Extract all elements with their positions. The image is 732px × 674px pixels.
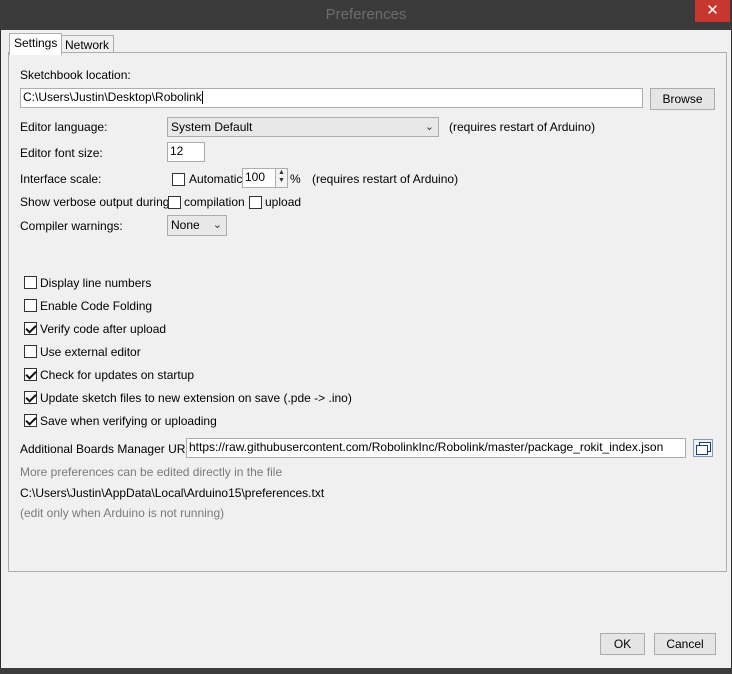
verbose-output-label: Show verbose output during:: [20, 195, 173, 209]
automatic-scale-checkbox[interactable]: [172, 173, 185, 186]
display-line-numbers-checkbox[interactable]: [24, 276, 37, 289]
tab-settings[interactable]: Settings: [9, 33, 63, 55]
spinner-down-icon[interactable]: ▼: [276, 177, 287, 185]
check-updates-checkbox[interactable]: [24, 368, 37, 381]
use-external-editor-checkbox[interactable]: [24, 345, 37, 358]
editor-language-value: System Default: [171, 120, 253, 134]
save-when-verifying-label: Save when verifying or uploading: [40, 414, 217, 428]
sketchbook-label: Sketchbook location:: [20, 68, 131, 82]
interface-scale-value: 100: [245, 170, 266, 184]
preferences-file-path: C:\Users\Justin\AppData\Local\Arduino15\…: [20, 486, 325, 500]
more-preferences-text: More preferences can be edited directly …: [20, 465, 283, 479]
check-updates-label: Check for updates on startup: [40, 368, 195, 382]
editor-font-size-input[interactable]: 12: [167, 142, 205, 162]
interface-scale-unit: %: [290, 172, 301, 186]
title-bar: Preferences ✕: [0, 0, 732, 30]
sketchbook-location-value: C:\Users\Justin\Desktop\Robolink: [23, 90, 202, 104]
display-line-numbers-label: Display line numbers: [40, 276, 152, 290]
preferences-window: Settings Network Sketchbook location: C:…: [0, 30, 732, 668]
close-icon: ✕: [706, 2, 719, 19]
settings-panel: Sketchbook location: C:\Users\Justin\Des…: [8, 52, 727, 572]
update-extension-label: Update sketch files to new extension on …: [40, 391, 352, 405]
verbose-compilation-checkbox[interactable]: [168, 196, 181, 209]
compiler-warnings-value: None: [171, 218, 200, 232]
cancel-button[interactable]: Cancel: [654, 633, 716, 655]
tab-network-label: Network: [65, 38, 110, 52]
editor-language-note: (requires restart of Arduino): [449, 120, 596, 134]
chevron-down-icon: ⌄: [212, 219, 222, 231]
interface-scale-note: (requires restart of Arduino): [312, 172, 459, 186]
editor-font-size-label: Editor font size:: [20, 146, 103, 160]
compiler-warnings-label: Compiler warnings:: [20, 219, 123, 233]
scale-spinner[interactable]: ▲ ▼: [275, 169, 287, 187]
spinner-up-icon[interactable]: ▲: [276, 169, 287, 177]
boards-manager-label: Additional Boards Manager URLs:: [20, 442, 202, 456]
save-when-verifying-checkbox[interactable]: [24, 414, 37, 427]
use-external-editor-label: Use external editor: [40, 345, 141, 359]
tab-settings-label: Settings: [14, 36, 58, 50]
verbose-upload-checkbox[interactable]: [249, 196, 262, 209]
window-bottom-border: [0, 668, 732, 674]
chevron-down-icon: ⌄: [424, 121, 434, 133]
window-title: Preferences: [325, 6, 407, 23]
verify-after-upload-label: Verify code after upload: [40, 322, 167, 336]
enable-code-folding-checkbox[interactable]: [24, 299, 37, 312]
editor-language-select[interactable]: System Default ⌄: [167, 117, 439, 137]
boards-manager-urls-input[interactable]: https://raw.githubusercontent.com/Roboli…: [186, 438, 686, 458]
verbose-upload-label: upload: [265, 195, 302, 209]
ok-button[interactable]: OK: [600, 633, 645, 655]
edit-warning-text: (edit only when Arduino is not running): [20, 506, 225, 520]
compiler-warnings-select[interactable]: None ⌄: [167, 215, 227, 236]
interface-scale-input[interactable]: 100 ▲ ▼: [242, 168, 288, 188]
edit-urls-icon[interactable]: [693, 439, 713, 457]
interface-scale-label: Interface scale:: [20, 172, 102, 186]
verbose-compilation-label: compilation: [184, 195, 245, 209]
text-cursor: [201, 91, 203, 105]
verify-after-upload-checkbox[interactable]: [24, 322, 37, 335]
update-extension-checkbox[interactable]: [24, 391, 37, 404]
automatic-scale-label: Automatic: [189, 172, 243, 186]
close-button[interactable]: ✕: [695, 0, 730, 22]
browse-button[interactable]: Browse: [650, 88, 715, 110]
sketchbook-location-input[interactable]: C:\Users\Justin\Desktop\Robolink: [20, 88, 643, 108]
editor-language-label: Editor language:: [20, 120, 108, 134]
enable-code-folding-label: Enable Code Folding: [40, 299, 153, 313]
